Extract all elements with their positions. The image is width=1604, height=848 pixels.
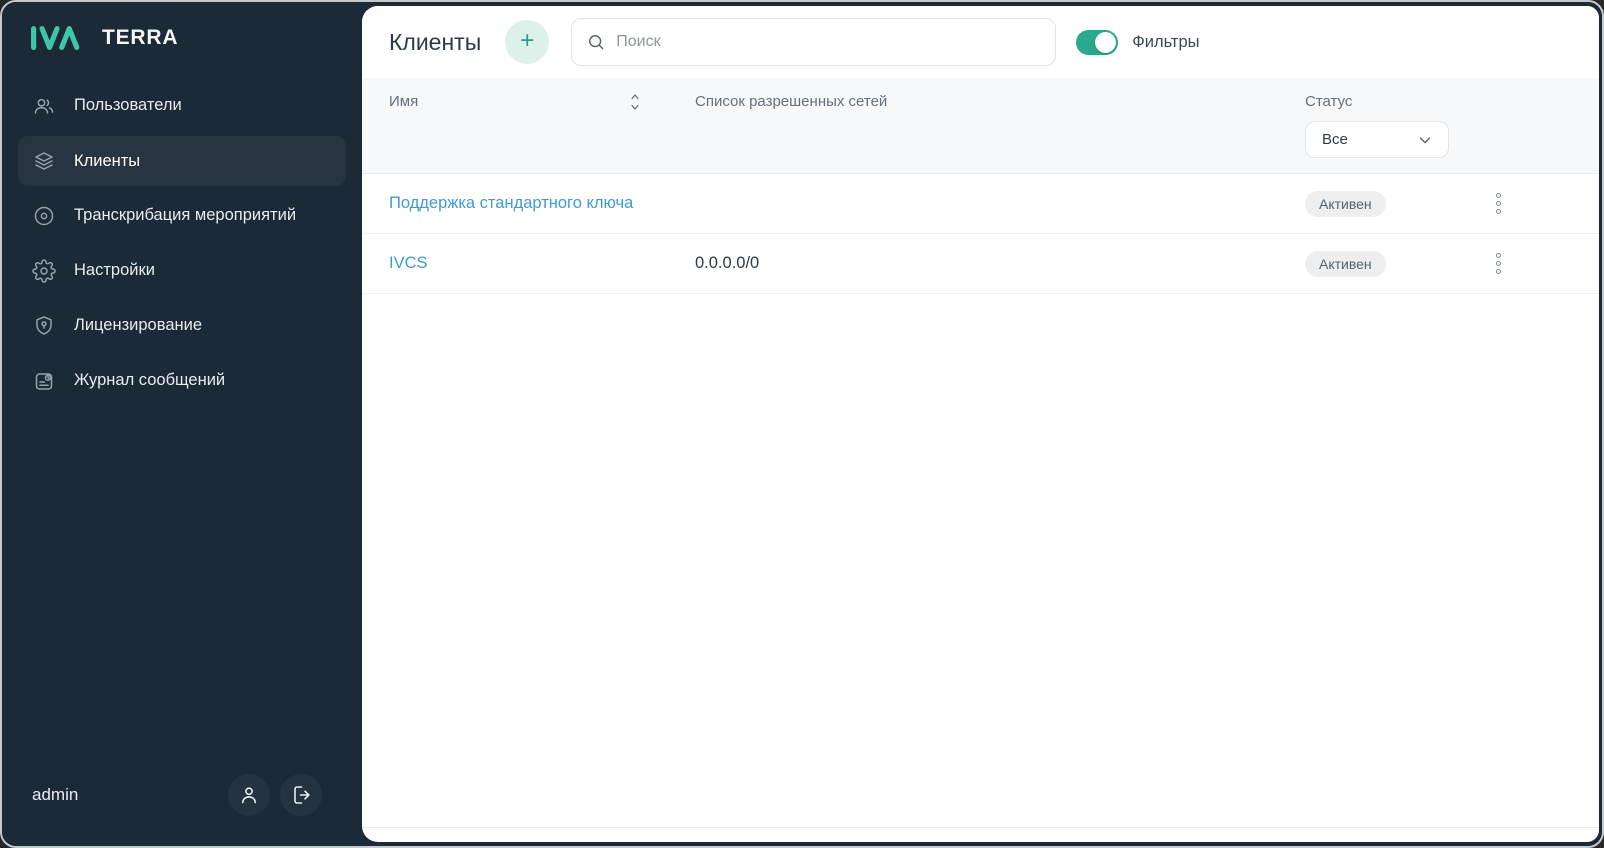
add-client-button[interactable]: + [505,20,550,64]
logo-product-name: TERRA [102,26,179,49]
sidebar-item-settings[interactable]: Настройки [2,243,362,298]
status-filter-value: Все [1322,131,1348,148]
sidebar-item-label: Пользователи [74,96,182,114]
table-row: Поддержка стандартного ключа Активен [362,174,1599,234]
sidebar-item-message-log[interactable]: Журнал сообщений [2,353,362,408]
app-window: TERRA Пользователи Клиенты Транскрибация… [0,0,1604,848]
iva-logo-icon [31,26,80,50]
sidebar-item-users[interactable]: Пользователи [2,78,362,133]
sidebar-footer: admin [2,754,362,846]
client-name-link[interactable]: IVCS [389,254,428,272]
page-header: Клиенты + Фильтры [362,6,1599,78]
logout-icon [289,783,313,807]
row-actions-kebab-button[interactable] [1485,181,1511,227]
status-filter-select[interactable]: Все [1305,121,1449,158]
table-header: Имя Список разрешенных сетей Статус Все [362,78,1599,174]
filters-toggle-group: Фильтры [1076,29,1200,55]
users-icon [32,94,56,118]
page-title: Клиенты [389,28,482,55]
profile-button[interactable] [228,774,270,816]
sidebar-item-label: Транскрибация мероприятий [74,206,297,224]
main-content: Клиенты + Фильтры Имя [362,6,1599,842]
column-header-networks: Список разрешенных сетей [695,93,888,110]
sidebar: TERRA Пользователи Клиенты Транскрибация… [2,2,362,846]
filters-toggle-label: Фильтры [1132,32,1200,51]
logout-button[interactable] [280,774,322,816]
logo: TERRA [2,2,362,68]
table-row: IVCS 0.0.0.0/0 Активен [362,234,1599,294]
client-name-cell: Поддержка стандартного ключа [389,194,695,213]
record-icon [32,204,56,228]
sidebar-item-label: Журнал сообщений [74,371,226,389]
sidebar-item-label: Клиенты [74,151,141,170]
chevron-down-icon [1416,131,1434,149]
client-status-cell: Активен [1305,250,1485,277]
client-status-cell: Активен [1305,190,1485,217]
filters-toggle[interactable] [1076,29,1119,55]
current-user-label: admin [32,785,79,804]
sidebar-item-label: Настройки [74,261,155,279]
search-box [571,18,1057,66]
sort-by-name-button[interactable] [626,90,644,114]
sidebar-item-label: Лицензирование [74,316,202,334]
column-header-name: Имя [389,93,695,173]
license-shield-icon [32,314,56,338]
column-header-status: Статус Все [1305,93,1485,173]
client-name-link[interactable]: Поддержка стандартного ключа [389,194,633,212]
sidebar-item-licensing[interactable]: Лицензирование [2,298,362,353]
search-input[interactable] [616,33,1042,51]
status-badge: Активен [1305,250,1386,277]
layers-icon [32,149,56,173]
sidebar-nav: Пользователи Клиенты Транскрибация мероп… [2,78,362,408]
sort-arrows-icon [628,92,642,112]
search-icon [586,32,606,52]
gear-icon [32,258,56,283]
status-badge: Активен [1305,190,1386,217]
row-actions-kebab-button[interactable] [1485,241,1511,287]
table-footer-divider [362,827,1599,828]
message-journal-icon [32,369,56,393]
client-networks-cell: 0.0.0.0/0 [695,254,760,272]
client-name-cell: IVCS [389,254,695,273]
sidebar-item-transcription[interactable]: Транскрибация мероприятий [2,188,362,243]
person-icon [237,783,261,807]
sidebar-item-clients[interactable]: Клиенты [18,136,346,186]
